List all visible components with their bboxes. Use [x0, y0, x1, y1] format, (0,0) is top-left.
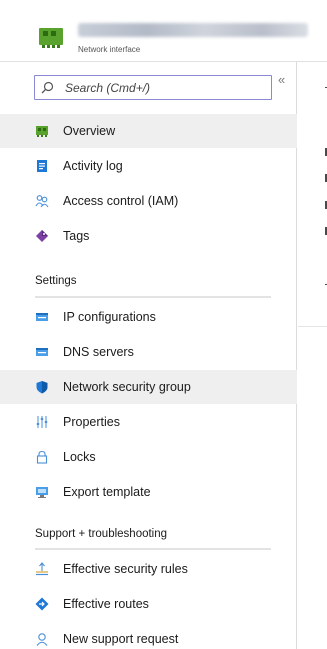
menu-item-label: Properties: [63, 415, 120, 429]
network-interface-icon: [39, 28, 63, 48]
collapse-menu-button[interactable]: «: [278, 72, 285, 87]
security-rules-icon: [36, 562, 48, 576]
search-input[interactable]: [65, 76, 265, 99]
menu-item-label: Activity log: [63, 159, 123, 173]
menu-item-label: New support request: [63, 632, 179, 646]
network-interface-icon: [36, 126, 48, 137]
menu-item-label: Network security group: [63, 380, 191, 394]
menu-item-label: Access control (IAM): [63, 194, 179, 208]
properties-icon: [36, 416, 48, 428]
menu-item-effective-routes[interactable]: Effective routes: [0, 587, 297, 621]
people-icon: [35, 195, 49, 208]
menu-item-label: Effective routes: [63, 597, 149, 611]
menu-item-new-support-request[interactable]: New support request: [0, 622, 297, 649]
search-box[interactable]: [34, 75, 272, 100]
activity-log-icon: [37, 160, 47, 172]
menu-item-access-control[interactable]: Access control (IAM): [0, 184, 297, 218]
resource-header: Network interface: [0, 0, 327, 62]
menu-item-label: Effective security rules: [63, 562, 188, 576]
menu-item-label: Tags: [63, 229, 90, 243]
menu-item-activity-log[interactable]: Activity log: [0, 149, 297, 183]
menu-item-label: IP configurations: [63, 310, 156, 324]
support-person-icon: [36, 633, 48, 646]
section-divider: [35, 296, 271, 298]
ip-config-icon: [36, 313, 48, 321]
section-title-settings: Settings: [35, 275, 77, 287]
shield-icon: [36, 381, 48, 394]
menu-item-effective-security-rules[interactable]: Effective security rules: [0, 552, 297, 586]
resource-menu: « Overview Activity log Access co: [0, 62, 297, 649]
menu-item-label: Export template: [63, 485, 151, 499]
menu-item-properties[interactable]: Properties: [0, 405, 297, 439]
menu-item-ip-configurations[interactable]: IP configurations: [0, 300, 297, 334]
menu-item-locks[interactable]: Locks: [0, 440, 297, 474]
section-divider: [35, 548, 271, 550]
resource-name-redacted: [78, 23, 308, 37]
export-icon: [36, 487, 48, 498]
tag-icon: [36, 230, 48, 242]
routes-icon: [35, 597, 49, 611]
dns-icon: [36, 348, 48, 356]
section-title-support: Support + troubleshooting: [35, 528, 168, 540]
lock-icon: [36, 450, 48, 464]
menu-item-export-template[interactable]: Export template: [0, 475, 297, 509]
menu-item-overview[interactable]: Overview: [0, 114, 297, 148]
search-icon: [41, 81, 54, 94]
content-pane: [298, 62, 327, 327]
menu-item-label: Overview: [63, 124, 116, 138]
menu-item-network-security-group[interactable]: Network security group: [0, 370, 297, 404]
menu-item-dns-servers[interactable]: DNS servers: [0, 335, 297, 369]
resource-type-label: Network interface: [78, 45, 141, 54]
menu-item-label: DNS servers: [63, 345, 134, 359]
menu-item-label: Locks: [63, 450, 96, 464]
menu-item-tags[interactable]: Tags: [0, 219, 297, 253]
